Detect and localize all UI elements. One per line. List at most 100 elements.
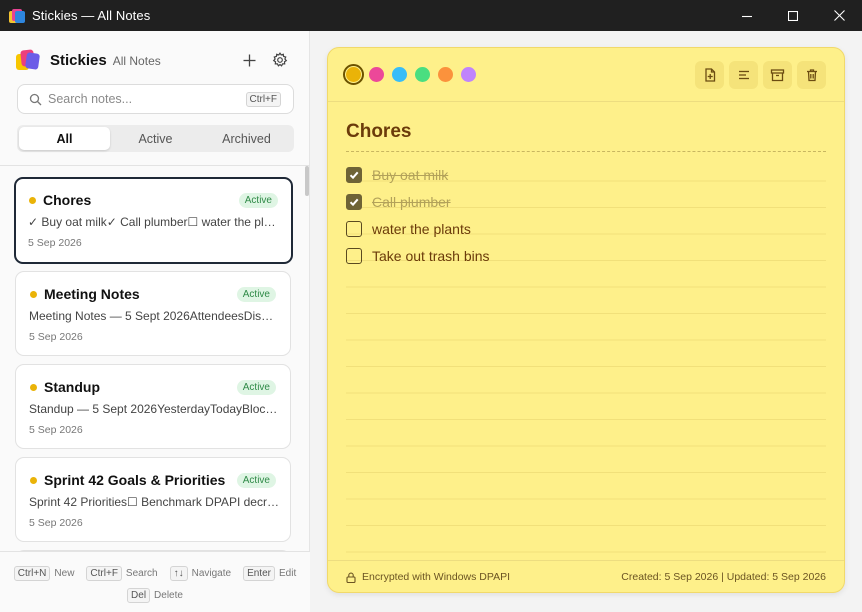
note-color-dot bbox=[29, 197, 36, 204]
shortcut-label: Navigate bbox=[191, 568, 232, 579]
note-color-dot bbox=[30, 477, 37, 484]
align-left-icon bbox=[738, 70, 749, 80]
search-shortcut-hint: Ctrl+F bbox=[245, 92, 281, 107]
kbd-new: Ctrl+N bbox=[13, 566, 51, 581]
gear-icon bbox=[272, 52, 288, 67]
maximize-button[interactable] bbox=[770, 0, 816, 31]
settings-button[interactable] bbox=[268, 48, 292, 72]
shortcut-row: Del Delete bbox=[0, 588, 310, 603]
sidebar: Stickies All Notes Ctrl+F All Active Arc… bbox=[0, 31, 310, 612]
status-badge: Active bbox=[236, 287, 276, 302]
checkbox[interactable] bbox=[346, 167, 362, 183]
note-color-dot bbox=[30, 291, 37, 298]
toolbar-divider bbox=[328, 101, 844, 102]
shortcut-label: Search bbox=[125, 568, 158, 579]
archive-button[interactable] bbox=[763, 61, 792, 89]
status-badge: Active bbox=[236, 473, 276, 488]
check-icon bbox=[349, 171, 359, 180]
note-card[interactable]: Chores Active ✓ Buy oat milk✓ Call plumb… bbox=[14, 177, 293, 264]
checklist-item-text[interactable]: water the plants bbox=[372, 221, 471, 237]
note-card-date: 5 Sep 2026 bbox=[29, 424, 83, 436]
filter-tabs: All Active Archived bbox=[17, 125, 294, 152]
add-note-button[interactable] bbox=[237, 48, 261, 72]
color-swatch-green[interactable] bbox=[415, 67, 430, 82]
stickies-logo-icon bbox=[16, 49, 41, 71]
check-icon bbox=[349, 198, 359, 207]
checklist-item-text[interactable]: Take out trash bins bbox=[372, 248, 490, 264]
window-controls bbox=[724, 0, 862, 31]
search-box[interactable]: Ctrl+F bbox=[17, 84, 294, 114]
color-swatch-pink[interactable] bbox=[369, 67, 384, 82]
color-swatch-purple[interactable] bbox=[461, 67, 476, 82]
checklist-item: water the plants bbox=[346, 219, 471, 239]
checkbox[interactable] bbox=[346, 248, 362, 264]
shortcut-hints: Ctrl+N New Ctrl+F Search ↑↓ Navigate Ent… bbox=[0, 551, 310, 612]
note-card-date: 5 Sep 2026 bbox=[28, 237, 82, 249]
format-button[interactable] bbox=[729, 61, 758, 89]
status-badge: Active bbox=[236, 380, 276, 395]
shortcut-label: Edit bbox=[278, 568, 297, 579]
kbd-delete: Del bbox=[127, 588, 151, 603]
notes-list: Chores Active ✓ Buy oat milk✓ Call plumb… bbox=[0, 166, 310, 551]
app-logo-icon bbox=[9, 8, 25, 24]
tab-active[interactable]: Active bbox=[110, 127, 201, 150]
color-picker bbox=[343, 64, 484, 85]
note-card[interactable]: Meeting Notes Active Meeting Notes — 5 S… bbox=[15, 271, 291, 356]
checklist-item: Buy oat milk bbox=[346, 165, 448, 185]
note-card-preview: Standup — 5 Sept 2026YesterdayTodayBlock… bbox=[29, 402, 279, 416]
kbd-edit: Enter bbox=[243, 566, 275, 581]
new-note-button[interactable] bbox=[695, 61, 724, 89]
note-timestamps: Created: 5 Sep 2026 | Updated: 5 Sep 202… bbox=[621, 571, 826, 583]
delete-button[interactable] bbox=[797, 61, 826, 89]
close-window-button[interactable] bbox=[816, 0, 862, 31]
footer-divider bbox=[328, 560, 844, 561]
encryption-status: Encrypted with Windows DPAPI bbox=[346, 571, 510, 583]
checkbox[interactable] bbox=[346, 194, 362, 210]
checklist-item: Call plumber bbox=[346, 192, 451, 212]
brand-subtitle: All Notes bbox=[112, 54, 161, 68]
note-card[interactable]: Standup Active Standup — 5 Sept 2026Yest… bbox=[15, 364, 291, 449]
note-card-title: Standup bbox=[44, 379, 100, 395]
note-card-date: 5 Sep 2026 bbox=[29, 517, 83, 529]
checkbox[interactable] bbox=[346, 221, 362, 237]
shortcut-row: Ctrl+N New Ctrl+F Search ↑↓ Navigate Ent… bbox=[0, 566, 310, 581]
checklist-item-text[interactable]: Buy oat milk bbox=[372, 167, 448, 183]
note-editor: Chores Buy oat milk Call plumber water t… bbox=[327, 47, 845, 593]
search-icon bbox=[29, 93, 42, 105]
scrollbar-thumb[interactable] bbox=[305, 166, 309, 196]
checklist-item: Take out trash bins bbox=[346, 246, 490, 266]
tab-archived[interactable]: Archived bbox=[201, 127, 292, 150]
color-swatch-blue[interactable] bbox=[392, 67, 407, 82]
note-card-preview: Sprint 42 Priorities☐ Benchmark DPAPI de… bbox=[29, 495, 279, 509]
note-toolbar bbox=[690, 61, 826, 89]
file-plus-icon bbox=[704, 68, 715, 82]
notes-scrollbar[interactable] bbox=[305, 166, 309, 551]
checklist-item-text[interactable]: Call plumber bbox=[372, 194, 451, 210]
kbd-search: Ctrl+F bbox=[86, 566, 122, 581]
color-swatch-yellow[interactable] bbox=[343, 64, 364, 85]
shortcut-label: New bbox=[54, 568, 75, 579]
note-card[interactable]: Sprint 42 Goals & Priorities Active Spri… bbox=[15, 457, 291, 542]
note-body-lines[interactable] bbox=[346, 155, 826, 555]
note-card-title: Chores bbox=[43, 192, 92, 208]
note-card-title: Sprint 42 Goals & Priorities bbox=[44, 472, 226, 488]
encryption-text: Encrypted with Windows DPAPI bbox=[362, 571, 511, 583]
plus-icon bbox=[243, 54, 255, 66]
brand: Stickies All Notes bbox=[16, 49, 161, 71]
minimize-button[interactable] bbox=[724, 0, 770, 31]
brand-name: Stickies bbox=[50, 51, 107, 69]
kbd-navigate: ↑↓ bbox=[169, 566, 188, 581]
minimize-icon bbox=[742, 15, 752, 17]
search-input[interactable] bbox=[48, 92, 238, 106]
note-card-date: 5 Sep 2026 bbox=[29, 331, 83, 343]
title-bar: Stickies — All Notes bbox=[0, 0, 862, 31]
note-color-dot bbox=[30, 384, 37, 391]
shortcut-label: Delete bbox=[154, 590, 183, 601]
color-swatch-orange[interactable] bbox=[438, 67, 453, 82]
title-underline bbox=[346, 151, 826, 152]
note-card-preview: ✓ Buy oat milk✓ Call plumber☐ water the … bbox=[28, 215, 278, 229]
note-card-preview: Meeting Notes — 5 Sept 2026AttendeesDisc… bbox=[29, 309, 279, 323]
tab-all[interactable]: All bbox=[19, 127, 110, 150]
note-title[interactable]: Chores bbox=[346, 121, 411, 143]
status-badge: Active bbox=[238, 193, 278, 208]
